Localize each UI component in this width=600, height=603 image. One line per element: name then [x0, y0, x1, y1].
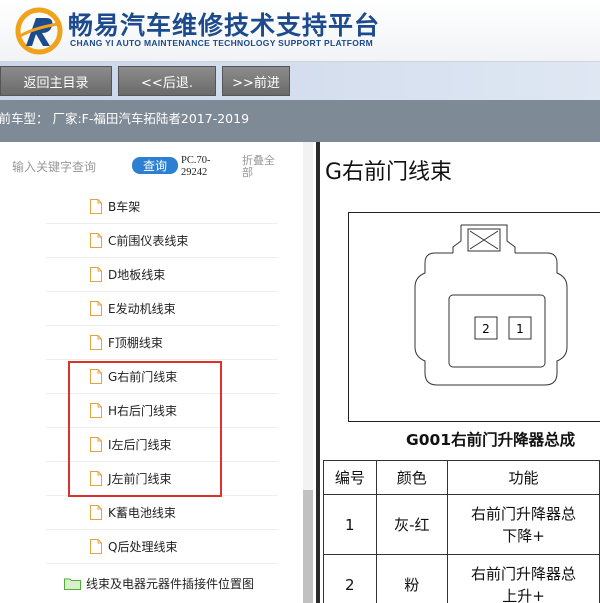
table-header: 功能: [446, 460, 600, 495]
file-icon: [90, 199, 102, 214]
catalog-panel: 输入关键字查询 查询 PC.70-29242 折叠全部 B车架 C前围仪表线束 …: [0, 142, 316, 603]
connector-drawing: 2 1: [414, 224, 568, 386]
vehicle-model-text: 当前车型： 厂家:F-福田汽车拓陆者2017-2019: [0, 111, 250, 126]
tree-item-label: C前围仪表线束: [108, 234, 189, 248]
selection-highlight-box: [68, 361, 222, 497]
table-cell-function: 右前门升降器总 上升+: [446, 554, 600, 603]
search-input[interactable]: 输入关键字查询: [12, 158, 96, 175]
file-icon: [90, 233, 102, 248]
collapse-all-link[interactable]: 折叠全部: [242, 155, 282, 179]
table-cell-num: 2: [323, 554, 377, 603]
tree-item-label: E发动机线束: [108, 302, 176, 316]
brand-logo-icon: [15, 7, 63, 55]
tree-item-q[interactable]: Q后处理线束: [46, 530, 278, 564]
back-button[interactable]: <<后退.: [118, 66, 216, 96]
tree-item-d[interactable]: D地板线束: [46, 258, 278, 292]
table-cell-color: 灰-红: [375, 494, 448, 555]
tree-item-k[interactable]: K蓄电池线束: [46, 496, 278, 530]
tree-item-label: D地板线束: [108, 268, 166, 282]
tree-item-c[interactable]: C前围仪表线束: [46, 224, 278, 258]
vehicle-bar: 当前车型： 厂家:F-福田汽车拓陆者2017-2019: [0, 100, 600, 142]
function-line: 上升+: [502, 586, 545, 603]
search-button[interactable]: 查询: [132, 157, 178, 174]
connector-diagram: 2 1: [348, 212, 600, 422]
table-header: 编号: [323, 460, 377, 495]
table-cell-num: 1: [323, 494, 377, 555]
scrollbar-thumb[interactable]: [303, 490, 313, 603]
folder-icon: [64, 578, 81, 590]
table-cell-color: 粉: [375, 554, 448, 603]
tree-item-label: K蓄电池线束: [108, 506, 176, 520]
tree-item-b[interactable]: B车架: [46, 190, 278, 224]
pin-label: 1: [516, 322, 524, 336]
function-line: 下降+: [502, 526, 545, 545]
tree-item-label: B车架: [108, 200, 141, 214]
table-row: 2 粉 右前门升降器总 上升+: [323, 554, 600, 603]
file-icon: [90, 267, 102, 282]
table-row: 1 灰-红 右前门升降器总 下降+: [323, 494, 600, 555]
brand-title: 畅易汽车维修技术支持平台: [68, 11, 381, 40]
tree-item-label: Q后处理线束: [108, 540, 178, 554]
file-icon: [90, 301, 102, 316]
pin-table: 编号 颜色 功能 1 灰-红 右前门升降器总 下降+ 2 粉 右前门升降器总 上…: [323, 460, 600, 603]
table-cell-function: 右前门升降器总 下降+: [446, 494, 600, 555]
function-line: 右前门升降器总: [470, 504, 576, 523]
nav-bar: 返回主目录 <<后退. >>前进: [0, 62, 600, 100]
function-line: 右前门升降器总: [470, 564, 576, 583]
app-header: 畅易汽车维修技术支持平台 CHANG YI AUTO MAINTENANCE T…: [0, 0, 600, 62]
document-panel: G右前门线束 2 1 G001右前门升降器总成 编号 颜色 功能 1 灰-红 右…: [320, 142, 600, 603]
file-icon: [90, 539, 102, 554]
pin-label: 2: [482, 322, 490, 336]
pc-code: PC.70-29242: [181, 155, 211, 178]
forward-button[interactable]: >>前进: [222, 66, 290, 96]
tree-folder-label: 线束及电器元器件插接件位置图: [86, 576, 255, 591]
tree-item-e[interactable]: E发动机线束: [46, 292, 278, 326]
brand-subtitle: CHANG YI AUTO MAINTENANCE TECHNOLOGY SUP…: [70, 38, 374, 48]
file-icon: [90, 335, 102, 350]
file-icon: [90, 505, 102, 520]
tree-folder-connector-locations[interactable]: 线束及电器元器件插接件位置图: [64, 572, 254, 594]
connector-title: G001右前门升降器总成: [406, 431, 576, 449]
tree-item-label: F顶棚线束: [108, 336, 163, 350]
tree-item-f[interactable]: F顶棚线束: [46, 326, 278, 360]
table-header-row: 编号 颜色 功能: [323, 460, 600, 495]
table-header: 颜色: [375, 460, 448, 495]
document-title: G右前门线束: [325, 160, 453, 185]
back-to-main-button[interactable]: 返回主目录: [0, 66, 112, 96]
